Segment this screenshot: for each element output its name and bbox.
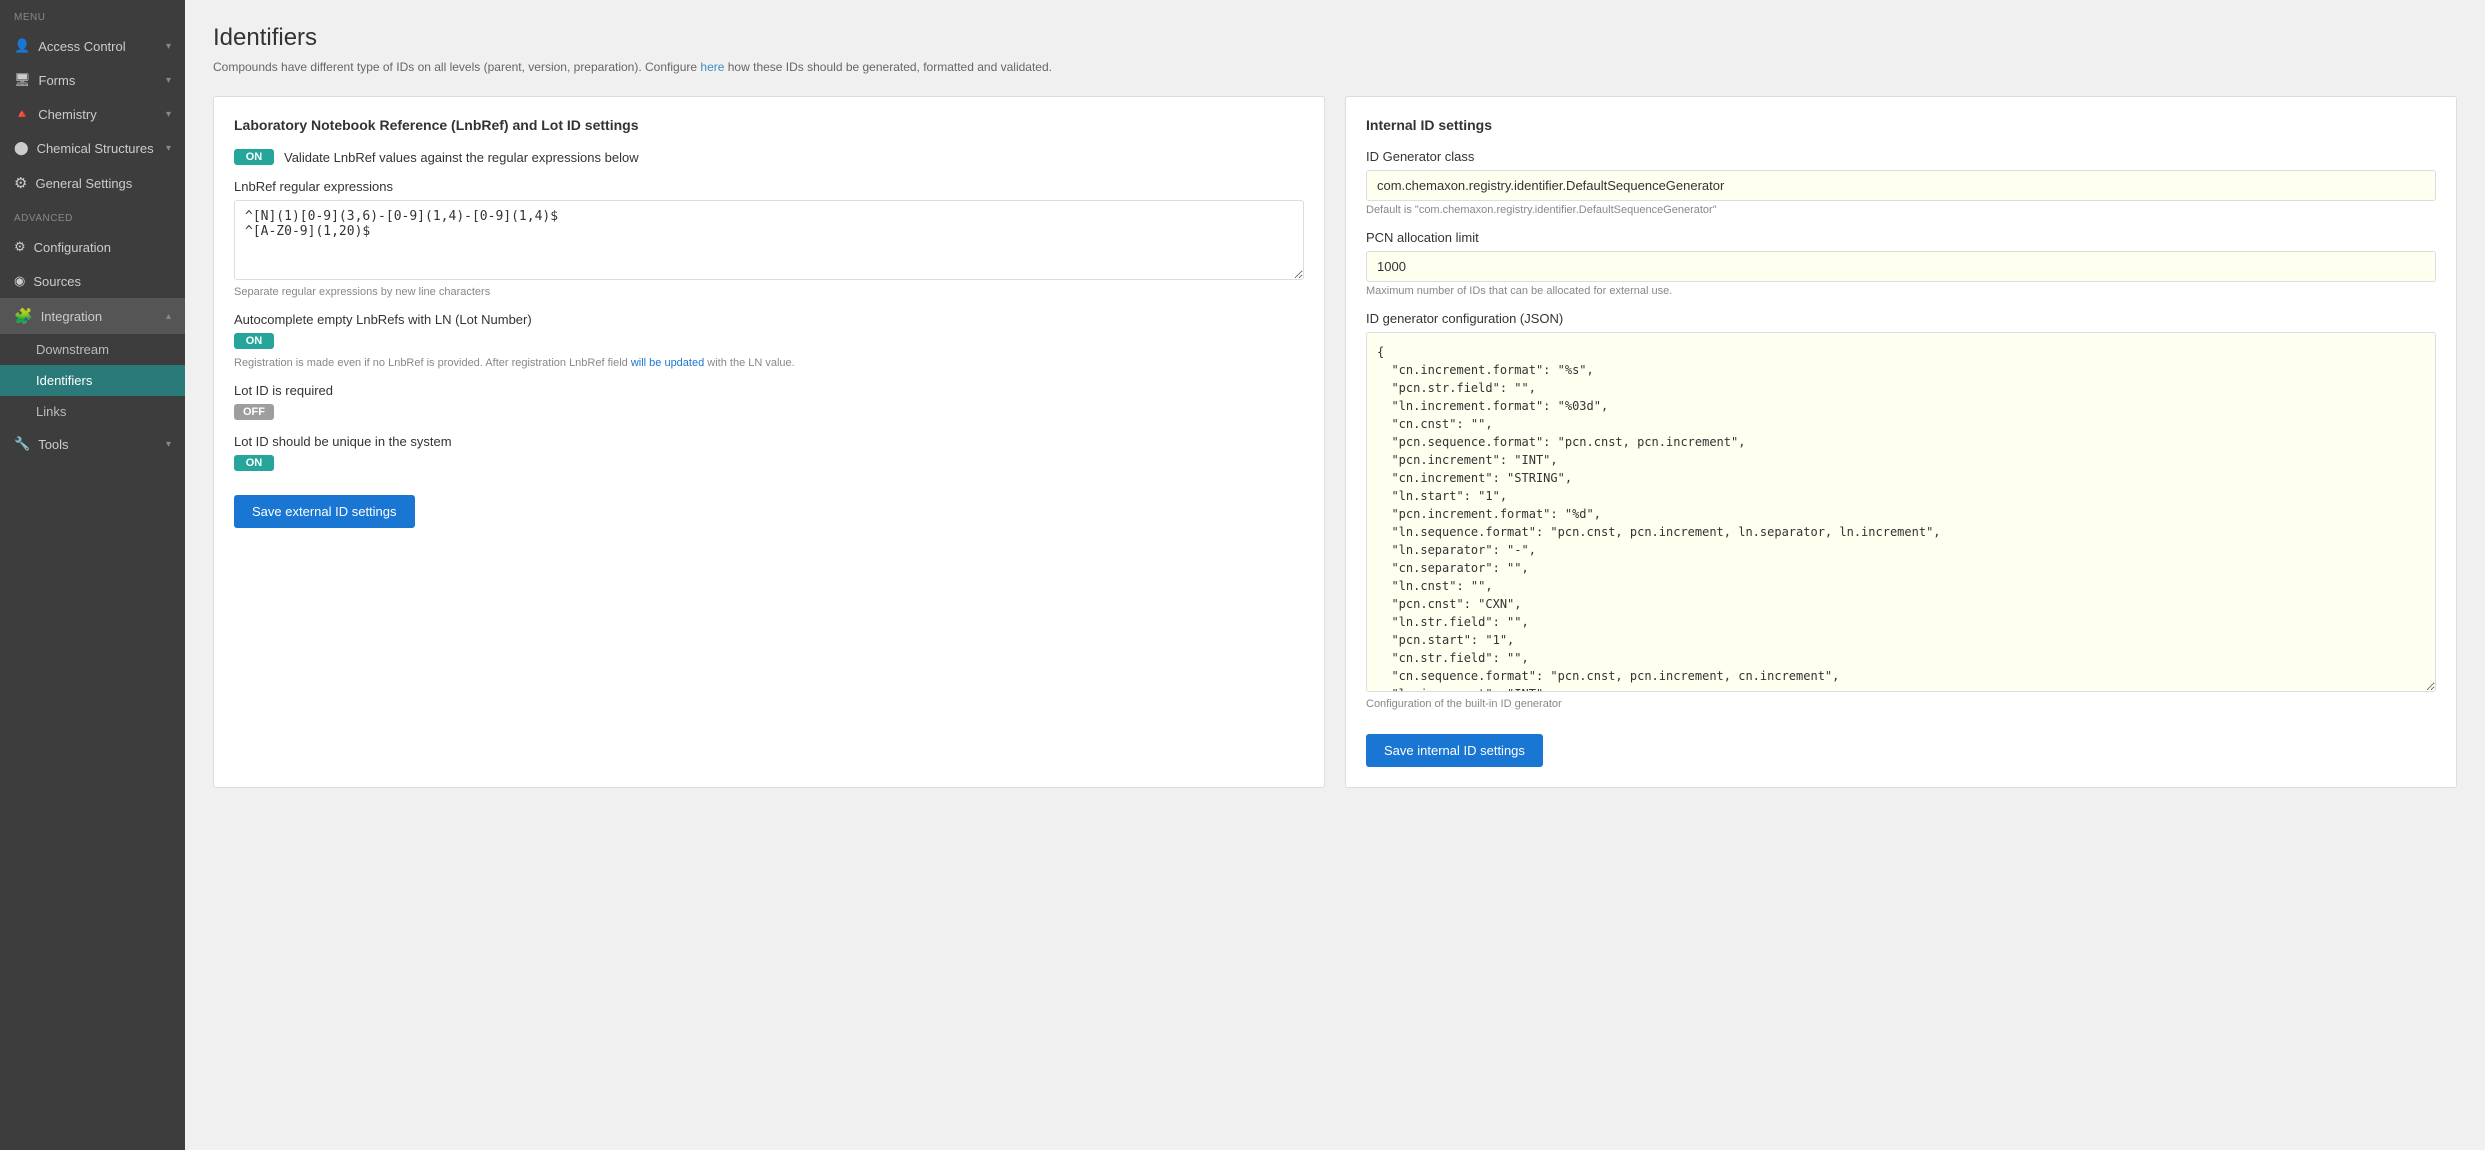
- sidebar-subitem-identifiers[interactable]: Identifiers: [0, 365, 185, 396]
- json-config-textarea[interactable]: { "cn.increment.format": "%s", "pcn.str.…: [1366, 332, 2436, 692]
- id-generator-input[interactable]: [1366, 170, 2436, 201]
- lot-unique-toggle[interactable]: ON: [234, 455, 274, 471]
- chemical-structures-icon: ⬤: [14, 140, 29, 156]
- id-generator-hint: Default is "com.chemaxon.registry.identi…: [1366, 204, 2436, 216]
- pcn-limit-group: PCN allocation limit Maximum number of I…: [1366, 230, 2436, 297]
- downstream-label: Downstream: [36, 342, 109, 357]
- config-icon: ⚙: [14, 239, 26, 255]
- autocomplete-toggle[interactable]: ON: [234, 333, 274, 349]
- puzzle-icon: 🧩: [14, 307, 33, 325]
- lot-unique-group: Lot ID should be unique in the system ON: [234, 434, 1304, 471]
- chevron-down-icon: ▾: [166, 439, 171, 450]
- validate-toggle[interactable]: ON: [234, 149, 274, 165]
- lnbref-label: LnbRef regular expressions: [234, 179, 1304, 194]
- lnbref-regex-group: LnbRef regular expressions ^[N](1)[0-9](…: [234, 179, 1304, 298]
- sidebar-item-label: Access Control: [38, 39, 125, 54]
- left-card-title: Laboratory Notebook Reference (LnbRef) a…: [234, 117, 1304, 133]
- lot-required-label: Lot ID is required: [234, 383, 1304, 398]
- sidebar-item-chemistry[interactable]: 🔺 Chemistry ▾: [0, 97, 185, 131]
- sidebar-item-integration[interactable]: 🧩 Integration ▴: [0, 298, 185, 334]
- sidebar-subitem-links[interactable]: Links: [0, 396, 185, 427]
- pcn-limit-hint: Maximum number of IDs that can be alloca…: [1366, 285, 2436, 297]
- pcn-limit-label: PCN allocation limit: [1366, 230, 2436, 245]
- advanced-label: ADVANCED: [0, 201, 185, 230]
- chemistry-icon: 🔺: [14, 106, 30, 122]
- id-generator-group: ID Generator class Default is "com.chema…: [1366, 149, 2436, 216]
- autocomplete-hint: Registration is made even if no LnbRef i…: [234, 357, 1304, 369]
- validate-label: Validate LnbRef values against the regul…: [284, 150, 639, 165]
- left-card: Laboratory Notebook Reference (LnbRef) a…: [213, 96, 1325, 788]
- sidebar-item-label: Configuration: [34, 240, 111, 255]
- json-config-label: ID generator configuration (JSON): [1366, 311, 2436, 326]
- sidebar-item-label: Chemical Structures: [37, 141, 154, 156]
- subtitle-link[interactable]: here: [700, 60, 724, 74]
- gear-icon: ⚙: [14, 174, 27, 192]
- forms-icon: 🖥: [14, 72, 31, 88]
- identifiers-label: Identifiers: [36, 373, 92, 388]
- main-content: Identifiers Compounds have different typ…: [185, 0, 2485, 1150]
- sidebar: MENU 👤 Access Control ▾ 🖥 Forms ▾ 🔺 Chem…: [0, 0, 185, 1150]
- person-icon: 👤: [14, 38, 30, 54]
- autocomplete-toggle-group: Autocomplete empty LnbRefs with LN (Lot …: [234, 312, 1304, 369]
- sidebar-item-chemical-structures[interactable]: ⬤ Chemical Structures ▾: [0, 131, 185, 165]
- lot-required-toggle[interactable]: OFF: [234, 404, 274, 420]
- sidebar-item-label: Chemistry: [38, 107, 97, 122]
- sidebar-subitem-downstream[interactable]: Downstream: [0, 334, 185, 365]
- sidebar-item-label: Sources: [33, 274, 81, 289]
- sidebar-item-general-settings[interactable]: ⚙ General Settings: [0, 165, 185, 201]
- autocomplete-hint-link[interactable]: will be updated: [631, 357, 704, 369]
- sidebar-item-forms[interactable]: 🖥 Forms ▾: [0, 63, 185, 97]
- chevron-down-icon: ▾: [166, 75, 171, 86]
- sources-icon: ◉: [14, 273, 25, 289]
- sidebar-item-label: Integration: [41, 309, 102, 324]
- links-label: Links: [36, 404, 66, 419]
- json-config-hint: Configuration of the built-in ID generat…: [1366, 698, 2436, 710]
- json-config-group: ID generator configuration (JSON) { "cn.…: [1366, 311, 2436, 710]
- subtitle-end: how these IDs should be generated, forma…: [724, 60, 1052, 74]
- sidebar-item-access-control[interactable]: 👤 Access Control ▾: [0, 29, 185, 63]
- chevron-down-icon: ▾: [166, 109, 171, 120]
- lot-required-group: Lot ID is required OFF: [234, 383, 1304, 420]
- tools-icon: 🔧: [14, 436, 30, 452]
- chevron-down-icon: ▾: [166, 41, 171, 52]
- lot-unique-label: Lot ID should be unique in the system: [234, 434, 1304, 449]
- lnbref-textarea[interactable]: ^[N](1)[0-9](3,6)-[0-9](1,4)-[0-9](1,4)$…: [234, 200, 1304, 280]
- page-subtitle: Compounds have different type of IDs on …: [213, 60, 2457, 74]
- sidebar-item-label: Forms: [39, 73, 76, 88]
- pcn-limit-input[interactable]: [1366, 251, 2436, 282]
- sidebar-item-sources[interactable]: ◉ Sources: [0, 264, 185, 298]
- autocomplete-label: Autocomplete empty LnbRefs with LN (Lot …: [234, 312, 1304, 327]
- content-grid: Laboratory Notebook Reference (LnbRef) a…: [213, 96, 2457, 788]
- menu-label: MENU: [0, 0, 185, 29]
- id-generator-label: ID Generator class: [1366, 149, 2436, 164]
- sidebar-item-configuration[interactable]: ⚙ Configuration: [0, 230, 185, 264]
- save-internal-button[interactable]: Save internal ID settings: [1366, 734, 1543, 767]
- validate-toggle-group: ON Validate LnbRef values against the re…: [234, 149, 1304, 165]
- right-card: Internal ID settings ID Generator class …: [1345, 96, 2457, 788]
- right-card-title: Internal ID settings: [1366, 117, 2436, 133]
- sidebar-item-label: Tools: [38, 437, 68, 452]
- chevron-up-icon: ▴: [166, 311, 171, 322]
- page-title: Identifiers: [213, 24, 2457, 52]
- sidebar-item-tools[interactable]: 🔧 Tools ▾: [0, 427, 185, 461]
- save-external-button[interactable]: Save external ID settings: [234, 495, 415, 528]
- lnbref-hint: Separate regular expressions by new line…: [234, 286, 1304, 298]
- sidebar-item-label: General Settings: [35, 176, 132, 191]
- chevron-down-icon: ▾: [166, 143, 171, 154]
- subtitle-text: Compounds have different type of IDs on …: [213, 60, 700, 74]
